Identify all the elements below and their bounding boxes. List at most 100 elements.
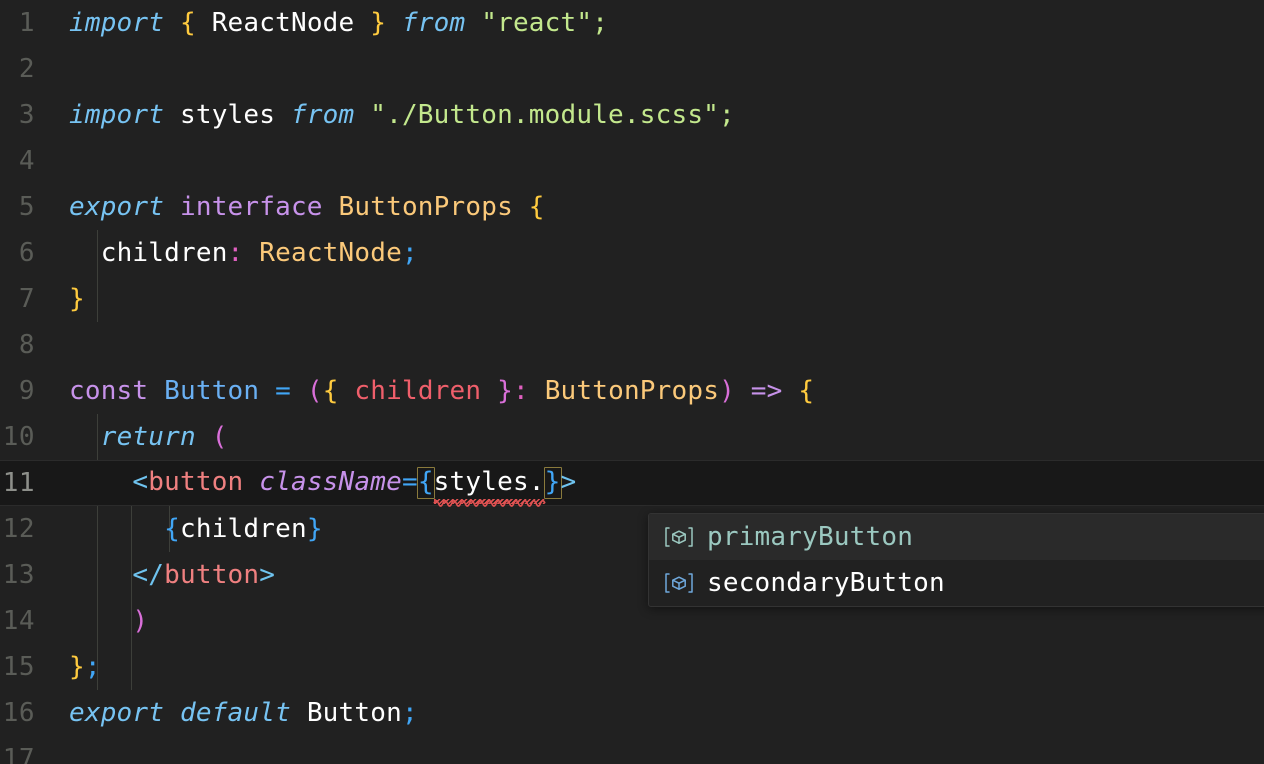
error-squiggle: styles.	[432, 467, 546, 507]
token-arrow: =>	[750, 376, 783, 406]
line-number: 3	[18, 100, 35, 130]
code-editor[interactable]: 1 import { ReactNode } from "react"; 2 3…	[0, 0, 1264, 764]
line-content: <button className={styles.}>	[58, 467, 1264, 507]
line-number: 12	[2, 514, 35, 544]
token-semicolon: ;	[401, 238, 418, 268]
token-close-brace: }	[306, 514, 323, 544]
line-number: 15	[2, 652, 35, 682]
code-line[interactable]: 4	[0, 138, 1264, 184]
squiggle-svg	[432, 499, 546, 507]
token-open-brace: {	[179, 8, 196, 38]
autocomplete-item-label: secondaryButton	[707, 568, 945, 598]
token-close-paren: )	[132, 606, 149, 636]
token-return: return	[100, 422, 196, 452]
token-export: export	[69, 698, 165, 728]
bracket-match-close: }	[543, 467, 562, 499]
line-number: 4	[18, 146, 35, 176]
token-tag-open: <	[132, 467, 149, 497]
token-classname-attr: className	[259, 467, 402, 497]
token-open-paren: (	[211, 422, 228, 452]
symbol-field-icon	[662, 568, 696, 598]
token-close-brace: }	[544, 467, 561, 497]
token-close-brace: }	[69, 284, 85, 314]
line-number: 9	[18, 376, 35, 406]
line-content: import { ReactNode } from "react";	[58, 10, 1264, 36]
line-number: 11	[2, 468, 35, 498]
line-content: export interface ButtonProps {	[58, 194, 1264, 220]
bracket-match-open: {	[416, 467, 435, 499]
token-export: export	[69, 192, 165, 222]
token-open-brace: {	[528, 192, 545, 222]
line-number: 17	[2, 744, 35, 764]
token-button-props: ButtonProps	[338, 192, 513, 222]
line-content: export default Button;	[58, 700, 1264, 726]
code-line[interactable]: 9 const Button = ({ children }: ButtonPr…	[0, 368, 1264, 414]
code-line[interactable]: 17	[0, 736, 1264, 764]
line-content: };	[58, 654, 1264, 680]
line-content: const Button = ({ children }: ButtonProp…	[58, 378, 1264, 404]
token-tag-close: >	[259, 560, 276, 590]
code-line[interactable]: 3 import styles from "./Button.module.sc…	[0, 92, 1264, 138]
token-children-prop: children	[100, 238, 228, 268]
token-semicolon: ;	[592, 8, 609, 38]
code-line[interactable]: 15 };	[0, 644, 1264, 690]
token-module-string: "./Button.module.scss"	[370, 100, 720, 130]
token-button-props: ButtonProps	[544, 376, 720, 406]
token-react-node: ReactNode	[259, 238, 402, 268]
autocomplete-popup[interactable]: primaryButton secondaryButton	[648, 513, 1264, 607]
line-number: 16	[2, 698, 35, 728]
token-open-brace: {	[322, 376, 339, 406]
token-children-expr: children	[179, 514, 307, 544]
token-colon: :	[227, 238, 244, 268]
code-line[interactable]: 7 }	[0, 276, 1264, 322]
token-close-paren: )	[719, 376, 735, 406]
token-from: from	[401, 8, 466, 38]
token-styles-member: styles.	[433, 467, 545, 497]
line-content: return (	[58, 424, 1264, 450]
code-line[interactable]: 6 children: ReactNode;	[0, 230, 1264, 276]
token-tag-close: >	[560, 467, 577, 497]
token-interface: interface	[179, 192, 323, 222]
token-semicolon: ;	[84, 652, 101, 682]
token-open-paren: (	[306, 376, 323, 406]
line-number: 6	[18, 238, 35, 268]
symbol-field-icon	[662, 522, 696, 552]
line-content: }	[58, 286, 1264, 312]
token-from: from	[290, 100, 355, 130]
autocomplete-item-label: primaryButton	[707, 522, 914, 552]
code-line[interactable]: 1 import { ReactNode } from "react";	[0, 0, 1264, 46]
code-line[interactable]: 5 export interface ButtonProps {	[0, 184, 1264, 230]
token-equals: =	[275, 376, 291, 406]
line-content: )	[58, 608, 1264, 634]
line-number: 10	[2, 422, 35, 452]
line-number: 5	[18, 192, 35, 222]
token-children-param: children	[354, 376, 482, 406]
autocomplete-item-secondary[interactable]: secondaryButton	[649, 560, 1264, 606]
token-const: const	[69, 376, 149, 406]
line-number: 2	[18, 54, 35, 84]
autocomplete-item-primary[interactable]: primaryButton	[649, 514, 1264, 560]
token-semicolon: ;	[401, 698, 418, 728]
token-open-brace: {	[798, 376, 815, 406]
token-import: import	[69, 100, 165, 130]
code-line[interactable]: 16 export default Button;	[0, 690, 1264, 736]
token-styles: styles	[179, 100, 276, 130]
code-line[interactable]: 2	[0, 46, 1264, 92]
token-close-brace: }	[69, 652, 85, 682]
token-close-brace: }	[370, 8, 387, 38]
token-import: import	[69, 8, 165, 38]
token-close-brace: }	[497, 376, 513, 406]
token-tag-close-open: </	[132, 560, 165, 590]
token-button-tag: button	[164, 560, 260, 590]
token-equals: =	[401, 467, 418, 497]
code-line[interactable]: 8	[0, 322, 1264, 368]
token-button-ident: Button	[164, 376, 260, 406]
line-number: 7	[18, 284, 35, 314]
token-default: default	[179, 698, 291, 728]
token-open-brace: {	[164, 514, 180, 544]
token-module-string: "react"	[481, 8, 593, 38]
token-react-node: ReactNode	[211, 8, 355, 38]
line-number: 1	[18, 8, 35, 38]
code-line[interactable]: 10 return (	[0, 414, 1264, 460]
code-line-active[interactable]: 11 <button className={styles.}>	[0, 460, 1264, 507]
